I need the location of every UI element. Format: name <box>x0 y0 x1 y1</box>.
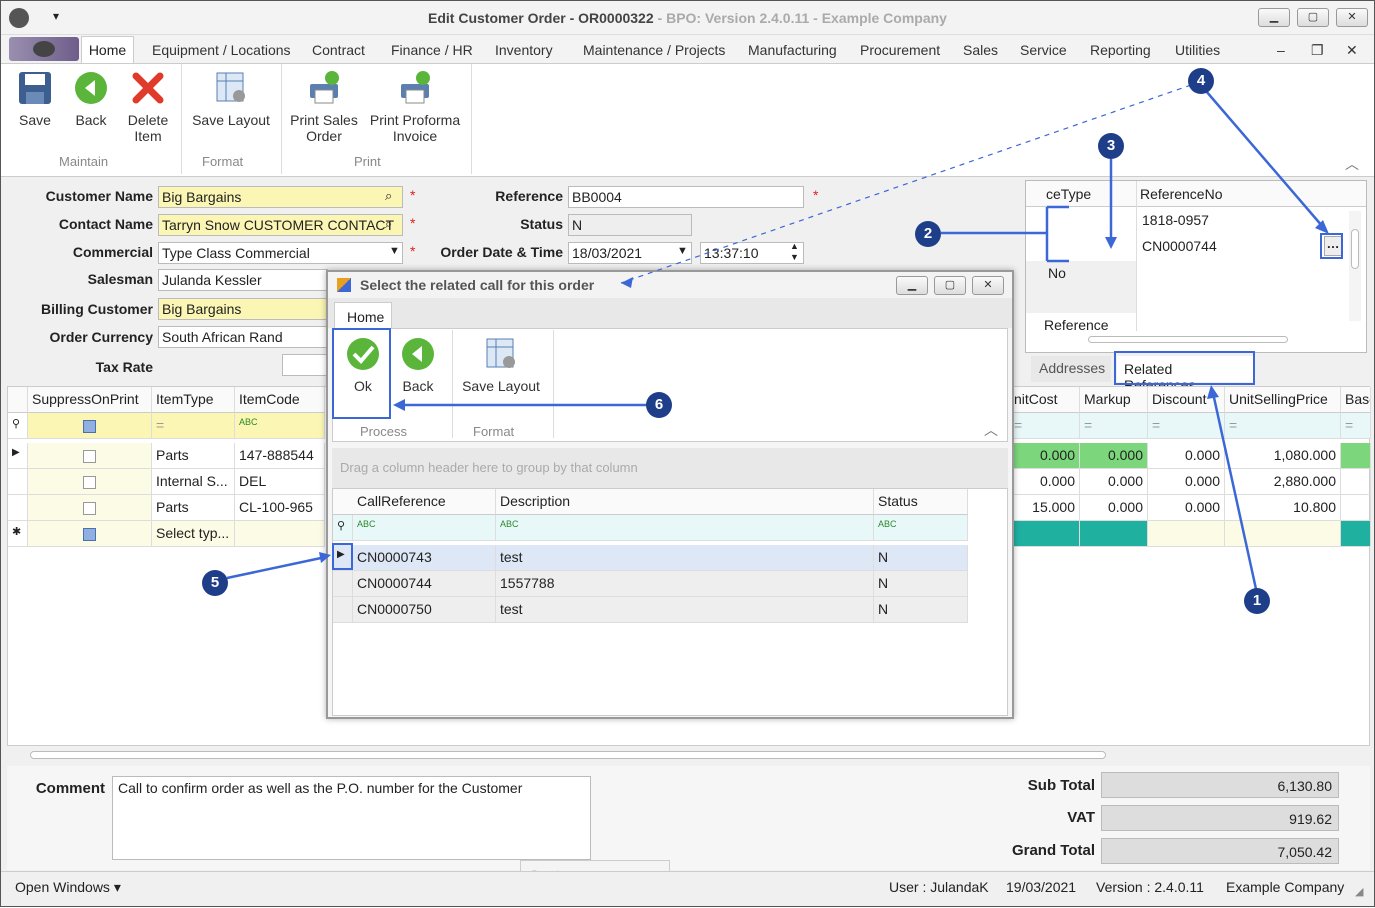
highlight-related-references-tab <box>1114 351 1255 385</box>
highlight-ok-button <box>332 328 391 419</box>
main-window: ▾ Edit Customer Order - OR0000322 - BPO:… <box>0 0 1375 907</box>
callout-2: 2 <box>915 221 941 247</box>
annotation-overlay <box>226 84 1329 590</box>
callout-5: 5 <box>202 570 228 596</box>
highlight-ellipsis-button <box>1320 233 1343 259</box>
highlight-row-indicator <box>332 543 353 570</box>
callout-3: 3 <box>1098 133 1124 159</box>
callout-6: 6 <box>646 392 672 418</box>
callout-1: 1 <box>1244 588 1270 614</box>
callout-4: 4 <box>1188 68 1214 94</box>
